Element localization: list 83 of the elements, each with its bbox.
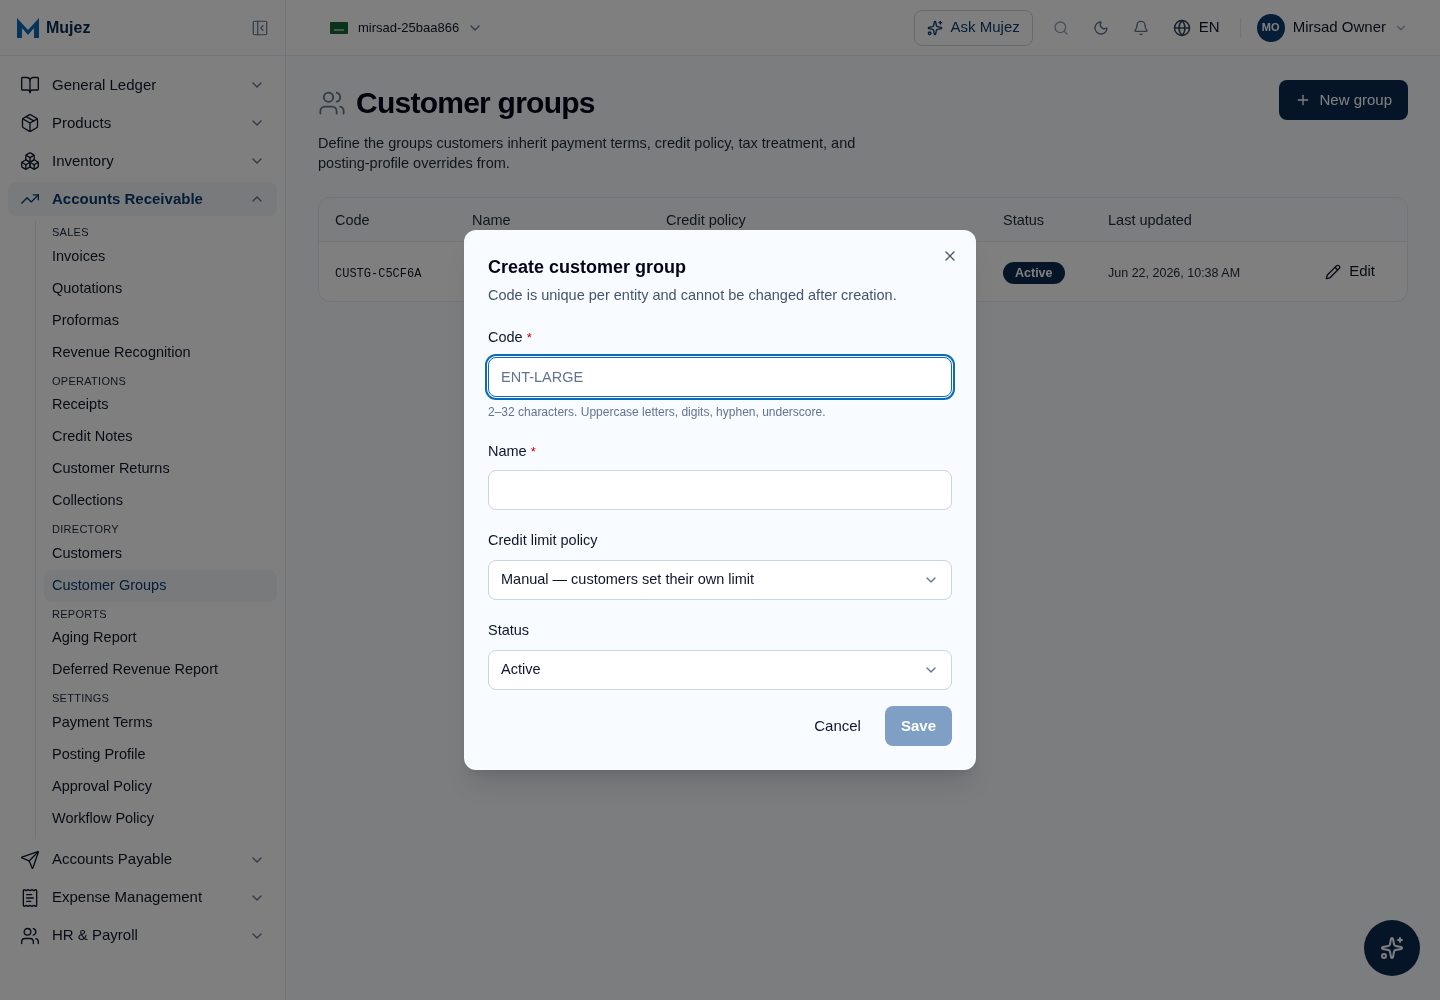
page-description: Define the groups customers inherit payment terms, credit policy, tax treatment, and posting-profile overrides from. [318, 134, 857, 173]
section-heading: OPERATIONS [51, 373, 128, 389]
select-field[interactable]: Active [488, 649, 952, 690]
sidebar-item[interactable]: Collections [44, 485, 277, 517]
sidebar-group[interactable]: HR & Payroll [8, 918, 277, 953]
sidebar-item[interactable]: Credit Notes [44, 421, 277, 453]
group-label: Inventory [52, 150, 115, 171]
column-header: Last updated [1108, 211, 1192, 228]
group-label: Products [52, 112, 113, 133]
status-badge: Active [1003, 261, 1065, 284]
sidebar-item[interactable]: Workflow Policy [44, 802, 277, 835]
section-heading: SETTINGS [51, 691, 111, 706]
page-title: Customer groups [356, 85, 595, 121]
text-field[interactable]: ENT-LARGE [488, 356, 952, 397]
select-field[interactable]: Manual — customers set their own limit [488, 560, 952, 601]
sidebar-item[interactable]: Customers [44, 537, 277, 570]
language-label[interactable]: EN [1198, 16, 1220, 39]
user-name[interactable]: Mirsad Owner [1292, 16, 1386, 39]
code-cell: CUSTG-C5CF6A [335, 266, 422, 281]
field-label: Credit limit policy [488, 531, 598, 551]
new-group-button[interactable]: New group [1279, 80, 1408, 120]
organization-name[interactable]: mirsad-25baa866 [358, 17, 460, 38]
sidebar-group[interactable]: Expense Management [8, 880, 277, 915]
boxes-icon [20, 151, 40, 171]
bell-icon[interactable] [1132, 19, 1149, 36]
sidebar-item[interactable]: Aging Report [44, 622, 277, 654]
send-icon [20, 849, 40, 870]
section-heading: SALES [51, 225, 90, 240]
collapse-sidebar-icon[interactable] [251, 18, 269, 37]
sidebar-item[interactable]: Receipts [44, 389, 277, 421]
group-label: HR & Payroll [52, 925, 139, 946]
users-icon [20, 925, 40, 946]
column-header: Name [472, 211, 511, 228]
sidebar-group[interactable]: Accounts Receivable [8, 182, 277, 216]
ask-button[interactable]: Ask Mujez [913, 9, 1033, 46]
field-label: Name [488, 441, 527, 461]
sidebar-group[interactable]: Inventory [8, 144, 277, 178]
globe-icon[interactable] [1172, 18, 1191, 37]
sidebar-group[interactable]: Accounts Payable [8, 842, 277, 877]
package-icon [20, 113, 40, 133]
field-label: Code [488, 327, 523, 347]
assistant-button[interactable] [1364, 920, 1420, 976]
helper-text: 2–32 characters. Uppercase letters, digits, hyphen, underscore. [488, 403, 827, 421]
group-label: Expense Management [52, 887, 204, 908]
sidebar-item[interactable]: Deferred Revenue Report [44, 654, 277, 686]
sidebar-item[interactable]: Invoices [44, 240, 277, 273]
pencil-icon [1325, 263, 1342, 280]
logo-icon [16, 16, 40, 39]
group-label: Accounts Payable [52, 849, 174, 870]
required-asterisk: * [526, 329, 532, 347]
sidebar-item[interactable]: Payment Terms [44, 706, 277, 739]
book-icon [20, 75, 40, 95]
flag-icon [330, 21, 348, 34]
required-asterisk: * [530, 442, 536, 461]
sidebar-item[interactable]: Quotations [44, 272, 277, 305]
receipt-icon [20, 887, 40, 908]
sidebar-item[interactable]: Proformas [44, 304, 277, 337]
sidebar-item[interactable]: Approval Policy [44, 770, 277, 803]
search-icon[interactable] [1052, 19, 1069, 36]
sidebar-item[interactable]: Customer Returns [44, 453, 277, 485]
cancel-button[interactable]: Cancel [798, 705, 877, 746]
column-header: Status [1003, 211, 1045, 228]
section-heading: REPORTS [51, 606, 108, 622]
user-avatar: MO [1256, 13, 1285, 42]
sparkles-icon [926, 19, 943, 36]
moon-icon[interactable] [1092, 19, 1109, 36]
group-label: General Ledger [52, 74, 158, 95]
edit-button[interactable]: Edit [1325, 260, 1375, 283]
sidebar-item[interactable]: Customer Groups [44, 569, 277, 602]
section-heading: DIRECTORY [51, 522, 120, 537]
group-label: Accounts Receivable [52, 188, 204, 209]
column-header: Code [335, 211, 370, 228]
column-header: Credit policy [666, 211, 746, 228]
sparkles-icon [1380, 936, 1404, 960]
dialog-title: Create customer group [488, 256, 688, 280]
date-cell: Jun 22, 2026, 10:38 AM [1108, 265, 1241, 280]
sidebar-group[interactable]: Products [8, 106, 277, 140]
sidebar-item[interactable]: Revenue Recognition [44, 336, 277, 369]
dialog-description: Code is unique per entity and cannot be changed after creation. [488, 286, 898, 306]
field-label: Status [488, 621, 530, 641]
sidebar-item[interactable]: Posting Profile [44, 738, 277, 771]
brand-name: Mujez [46, 17, 92, 38]
sidebar-group[interactable]: General Ledger [8, 68, 277, 102]
